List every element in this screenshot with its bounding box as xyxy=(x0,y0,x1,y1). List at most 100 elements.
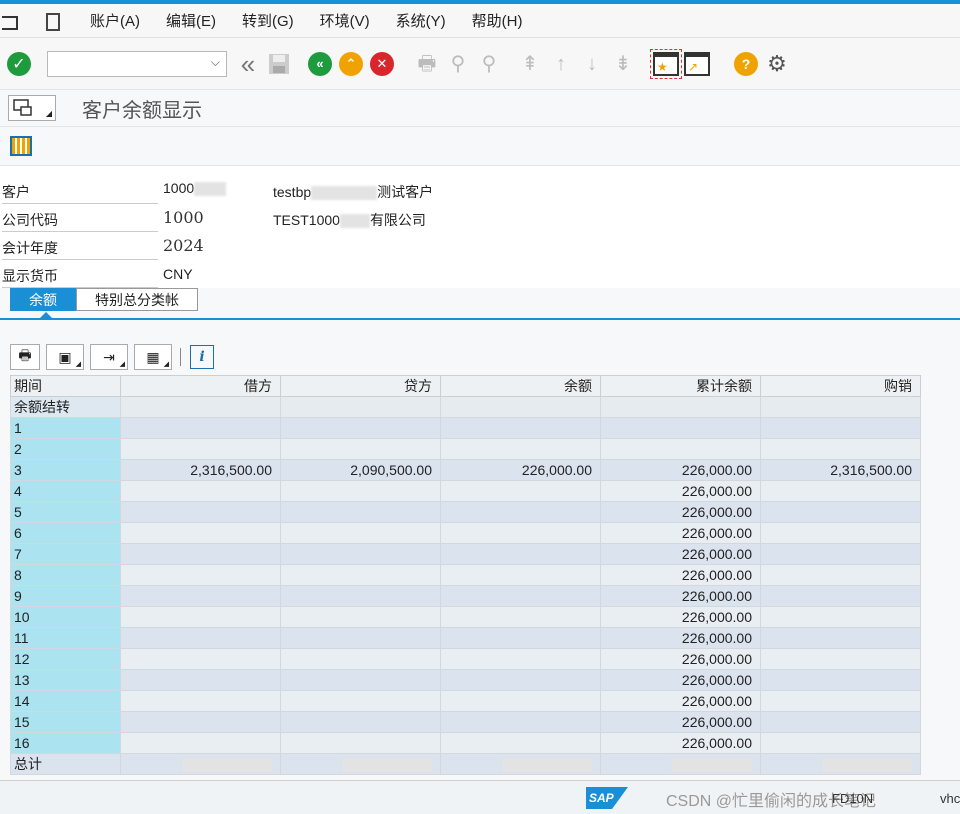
find-icon[interactable]: ⚲ xyxy=(445,51,471,77)
grid-layout-button[interactable]: ▦ ◢ xyxy=(134,344,172,370)
period-cell[interactable]: 8 xyxy=(10,564,121,586)
period-cell[interactable]: 11 xyxy=(10,627,121,649)
exit-button[interactable]: ⌃ xyxy=(338,51,364,77)
amount-cell[interactable] xyxy=(280,564,441,586)
period-cell[interactable]: 14 xyxy=(10,690,121,712)
cancel-button[interactable]: ✕ xyxy=(369,51,395,77)
back-button[interactable]: « xyxy=(307,51,333,77)
amount-cell[interactable] xyxy=(120,417,281,439)
period-cell[interactable]: 1 xyxy=(10,417,121,439)
amount-cell[interactable] xyxy=(760,564,921,586)
amount-cell[interactable] xyxy=(280,669,441,691)
amount-cell[interactable] xyxy=(280,690,441,712)
amount-cell[interactable] xyxy=(440,438,601,460)
amount-cell[interactable]: 2,090,500.00 xyxy=(280,459,441,481)
customer-value[interactable]: 1000 xyxy=(163,180,227,197)
grid-info-button[interactable]: i xyxy=(189,344,215,370)
amount-cell[interactable] xyxy=(280,522,441,544)
amount-cell[interactable] xyxy=(440,564,601,586)
amount-cell[interactable] xyxy=(440,501,601,523)
command-field[interactable]: ⌵ xyxy=(47,50,227,77)
amount-cell[interactable] xyxy=(600,396,761,418)
amount-cell[interactable] xyxy=(760,396,921,418)
find-next-icon[interactable]: ⚲ xyxy=(476,51,502,77)
fiscal-year-value[interactable]: 2024 xyxy=(163,236,204,255)
total-label[interactable]: 总计 xyxy=(10,753,121,775)
menu-goto[interactable]: 转到(G) xyxy=(242,10,294,31)
amount-cell[interactable] xyxy=(280,438,441,460)
amount-cell[interactable] xyxy=(760,732,921,754)
period-cell[interactable]: 5 xyxy=(10,501,121,523)
amount-cell[interactable]: 226,000.00 xyxy=(600,648,761,670)
amount-cell[interactable]: 226,000.00 xyxy=(600,480,761,502)
amount-cell[interactable] xyxy=(440,732,601,754)
period-cell[interactable]: 9 xyxy=(10,585,121,607)
company-code-value[interactable]: 1000 xyxy=(163,208,204,227)
amount-cell[interactable] xyxy=(280,543,441,565)
menu-edit[interactable]: 编辑(E) xyxy=(166,10,216,31)
currency-value[interactable]: CNY xyxy=(163,266,193,282)
amount-cell[interactable] xyxy=(120,627,281,649)
amount-cell[interactable]: 226,000.00 xyxy=(600,585,761,607)
amount-cell[interactable] xyxy=(120,480,281,502)
period-cell[interactable]: 16 xyxy=(10,732,121,754)
amount-cell[interactable] xyxy=(120,564,281,586)
amount-cell[interactable] xyxy=(440,480,601,502)
amount-cell[interactable] xyxy=(760,711,921,733)
period-cell[interactable]: 10 xyxy=(10,606,121,628)
amount-cell[interactable]: 226,000.00 xyxy=(600,732,761,754)
total-amount-cell[interactable] xyxy=(760,753,921,775)
amount-cell[interactable] xyxy=(280,480,441,502)
menu-account[interactable]: 账户(A) xyxy=(90,10,140,31)
period-cell[interactable]: 6 xyxy=(10,522,121,544)
enter-button[interactable]: ✓ xyxy=(6,51,32,77)
settings-gear-icon[interactable]: ⚙ xyxy=(764,51,790,77)
amount-cell[interactable] xyxy=(120,648,281,670)
amount-cell[interactable]: 226,000.00 xyxy=(600,459,761,481)
amount-cell[interactable] xyxy=(440,606,601,628)
amount-cell[interactable] xyxy=(440,690,601,712)
amount-cell[interactable] xyxy=(440,396,601,418)
amount-cell[interactable] xyxy=(120,396,281,418)
amount-cell[interactable] xyxy=(760,669,921,691)
chevron-down-icon[interactable]: ⌵ xyxy=(211,55,220,70)
amount-cell[interactable]: 226,000.00 xyxy=(440,459,601,481)
amount-cell[interactable] xyxy=(280,396,441,418)
amount-cell[interactable] xyxy=(440,417,601,439)
amount-cell[interactable] xyxy=(120,543,281,565)
amount-cell[interactable] xyxy=(760,585,921,607)
total-amount-cell[interactable] xyxy=(600,753,761,775)
amount-cell[interactable] xyxy=(120,732,281,754)
save-button[interactable] xyxy=(266,51,292,77)
menu-button[interactable]: ◢ xyxy=(8,95,56,121)
previous-page-icon[interactable]: ↑ xyxy=(548,51,574,77)
amount-cell[interactable] xyxy=(600,417,761,439)
amount-cell[interactable] xyxy=(440,585,601,607)
grid-export-button[interactable]: ⇥ ◢ xyxy=(90,344,128,370)
amount-cell[interactable] xyxy=(280,732,441,754)
exit-menu-icon[interactable] xyxy=(2,13,22,30)
amount-cell[interactable] xyxy=(760,543,921,565)
amount-cell[interactable] xyxy=(760,648,921,670)
col-header-period[interactable]: 期间 xyxy=(10,375,121,397)
amount-cell[interactable] xyxy=(280,711,441,733)
amount-cell[interactable] xyxy=(760,627,921,649)
menu-system[interactable]: 系统(Y) xyxy=(396,10,446,31)
col-header-credit[interactable]: 贷方 xyxy=(280,375,441,397)
period-cell[interactable]: 7 xyxy=(10,543,121,565)
amount-cell[interactable] xyxy=(280,648,441,670)
first-page-icon[interactable]: ⇞ xyxy=(517,51,543,77)
amount-cell[interactable]: 226,000.00 xyxy=(600,606,761,628)
period-cell[interactable]: 12 xyxy=(10,648,121,670)
amount-cell[interactable] xyxy=(120,438,281,460)
amount-cell[interactable] xyxy=(120,690,281,712)
grid-view-button[interactable]: ▣ ◢ xyxy=(46,344,84,370)
amount-cell[interactable] xyxy=(760,606,921,628)
total-amount-cell[interactable] xyxy=(440,753,601,775)
amount-cell[interactable] xyxy=(440,627,601,649)
period-cell[interactable]: 余额结转 xyxy=(10,396,121,418)
amount-cell[interactable] xyxy=(440,522,601,544)
amount-cell[interactable]: 226,000.00 xyxy=(600,711,761,733)
collapse-command-field-icon[interactable]: « xyxy=(235,51,261,77)
last-page-icon[interactable]: ⇟ xyxy=(610,51,636,77)
